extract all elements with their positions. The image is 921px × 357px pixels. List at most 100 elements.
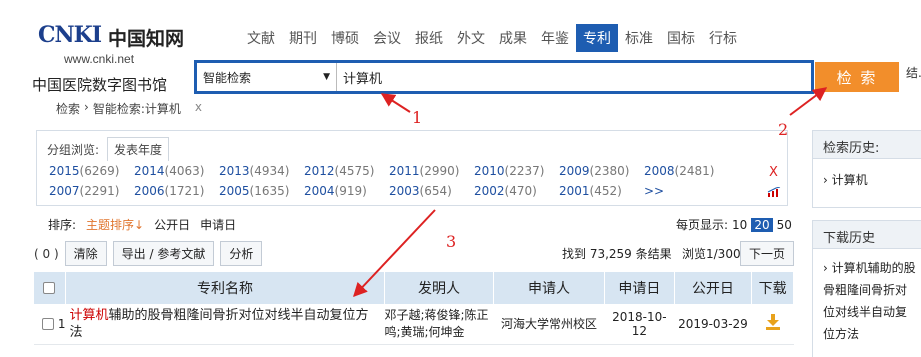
year-filter[interactable]: 2005(1635) — [219, 184, 304, 198]
search-type-select[interactable]: 智能检索 ▼ — [197, 63, 337, 91]
page: CNKI 中国知网 www.cnki.net 中国医院数字图书馆 文献 期刊 博… — [0, 0, 921, 357]
select-all-checkbox[interactable] — [43, 282, 56, 294]
result-count: 找到 73,259 条结果 — [562, 247, 672, 261]
tab-pub-year[interactable]: 发表年度 — [107, 137, 170, 161]
year-filter[interactable]: 2011(2990) — [389, 164, 474, 178]
logo-brand-cn: 中国知网 — [108, 28, 185, 50]
close-group-icon[interactable]: X — [769, 165, 778, 180]
row-number: 1 — [57, 316, 66, 331]
clear-button[interactable]: 清除 — [64, 241, 107, 266]
annotation-arrow-1 — [380, 93, 411, 113]
year-filter[interactable]: 2013(4934) — [219, 164, 304, 178]
search-history-title: 检索历史: — [813, 131, 921, 159]
select-all-cell[interactable] — [34, 272, 66, 304]
analyze-button[interactable]: 分析 — [220, 241, 263, 266]
nav-item-baozhi[interactable]: 报纸 — [408, 24, 450, 52]
download-history-panel: 下载历史 › 计算机辅助的股骨粗隆间骨折对位对线半自动复位方法 — [812, 220, 921, 357]
more-years-link[interactable]: >> — [644, 184, 729, 198]
sort-label: 排序: — [48, 218, 77, 232]
download-icon[interactable] — [765, 314, 780, 331]
export-button[interactable]: 导出 / 参考文献 — [112, 241, 215, 266]
next-page-button[interactable]: 下一页 — [740, 241, 795, 266]
cnki-logo[interactable]: CNKI 中国知网 www.cnki.net — [30, 22, 190, 72]
search-input[interactable] — [337, 63, 811, 91]
col-inventor[interactable]: 发明人 — [384, 272, 495, 304]
search-history-panel: 检索历史: › 计算机 — [812, 130, 921, 208]
logo-url: www.cnki.net — [64, 52, 135, 66]
breadcrumb-separator: › — [84, 100, 89, 114]
history-item[interactable]: › 计算机 — [813, 159, 921, 188]
page-info: 浏览1/300 — [682, 247, 741, 261]
year-filter[interactable]: 2010(2237) — [474, 164, 559, 178]
selected-count: ( 0 ) — [34, 246, 59, 261]
download-history-title: 下载历史 — [813, 221, 921, 249]
dropdown-caret-icon: ▼ — [323, 72, 330, 82]
applicant-cell[interactable]: 河海大学常州校区 — [493, 304, 605, 345]
pub-date-cell: 2019-03-29 — [674, 304, 752, 345]
logo-brand: CNKI — [38, 22, 102, 48]
per-page-20[interactable]: 20 — [751, 217, 773, 232]
search-button[interactable]: 检 索 — [815, 62, 899, 92]
table-row: 1 计算机辅助的股骨粗隆间骨折对位对线半自动复位方法 邓子越;蒋俊锋;陈正鸣;黄… — [34, 304, 794, 345]
nav-item-boshuo[interactable]: 博硕 — [324, 24, 366, 52]
per-page-selector: 每页显示: 10 20 50 — [676, 216, 792, 233]
nav-item-biaozhun[interactable]: 标准 — [618, 24, 660, 52]
sort-bar: 排序: 主题排序↓ 公开日 申请日 — [48, 216, 236, 233]
col-applicant[interactable]: 申请人 — [493, 272, 606, 304]
breadcrumb-current: 智能检索:计算机 — [92, 102, 181, 116]
year-row-1: 2015(6269) 2014(4063) 2013(4934) 2012(45… — [49, 164, 729, 178]
row-select-cell: 1 — [34, 304, 66, 345]
year-filter[interactable]: 2015(6269) — [49, 164, 134, 178]
year-filter[interactable]: 2014(4063) — [134, 164, 219, 178]
nav-item-guobiao[interactable]: 国标 — [660, 24, 702, 52]
nav-item-qikan[interactable]: 期刊 — [282, 24, 324, 52]
nav-item-huiyi[interactable]: 会议 — [366, 24, 408, 52]
group-tabs: 分组浏览: 发表年度 — [47, 137, 170, 161]
col-download: 下载 — [751, 272, 794, 304]
per-page-50[interactable]: 50 — [777, 218, 792, 232]
nav-item-nianjian[interactable]: 年鉴 — [534, 24, 576, 52]
col-title[interactable]: 专利名称 — [65, 272, 385, 304]
group-label: 分组浏览: — [47, 142, 100, 157]
breadcrumb-home[interactable]: 检索 — [56, 100, 80, 117]
download-cell — [751, 304, 794, 345]
year-filter[interactable]: 2006(1721) — [134, 184, 219, 198]
resource-nav: 文献 期刊 博硕 会议 报纸 外文 成果 年鉴 专利 标准 国标 行标 — [240, 24, 744, 52]
nav-item-wenxian[interactable]: 文献 — [240, 24, 282, 52]
result-search-link[interactable]: 结... — [906, 64, 921, 81]
row-checkbox[interactable] — [42, 318, 54, 331]
result-toolbar: ( 0 ) 清除 导出 / 参考文献 分析 — [34, 241, 263, 266]
trend-chart-icon[interactable] — [767, 187, 781, 197]
nav-item-waiwen[interactable]: 外文 — [450, 24, 492, 52]
year-filter[interactable]: 2001(452) — [559, 184, 644, 198]
annotation-label-1: 1 — [412, 108, 423, 127]
inventor-cell[interactable]: 邓子越;蒋俊锋;陈正鸣;黄瑞;何坤金 — [384, 304, 494, 345]
year-filter[interactable]: 2003(654) — [389, 184, 474, 198]
annotation-label-3: 3 — [446, 232, 457, 251]
sort-by-pub-date[interactable]: 公开日 — [154, 216, 190, 233]
annotation-label-2: 2 — [778, 120, 789, 139]
search-type-value: 智能检索 — [203, 70, 252, 85]
download-history-item[interactable]: › 计算机辅助的股骨粗隆间骨折对位对线半自动复位方法 — [813, 249, 921, 345]
year-filter[interactable]: 2007(2291) — [49, 184, 134, 198]
per-page-10[interactable]: 10 — [732, 218, 747, 232]
col-apply-date[interactable]: 申请日 — [604, 272, 675, 304]
sort-by-topic[interactable]: 主题排序↓ — [86, 216, 144, 233]
year-filter[interactable]: 2004(919) — [304, 184, 389, 198]
breadcrumb-close-icon[interactable]: x — [195, 100, 202, 117]
group-browse-panel: 分组浏览: 发表年度 2015(6269) 2014(4063) 2013(49… — [36, 130, 788, 206]
year-filter[interactable]: 2009(2380) — [559, 164, 644, 178]
sort-by-apply-date[interactable]: 申请日 — [200, 216, 236, 233]
search-box: 智能检索 ▼ — [194, 60, 814, 94]
year-filter[interactable]: 2012(4575) — [304, 164, 389, 178]
nav-item-hangbiao[interactable]: 行标 — [702, 24, 744, 52]
nav-item-zhuanli[interactable]: 专利 — [576, 24, 618, 52]
nav-item-chengguo[interactable]: 成果 — [492, 24, 534, 52]
patent-title-link[interactable]: 计算机辅助的股骨粗隆间骨折对位对线半自动复位方法 — [65, 304, 385, 345]
breadcrumb: 检索 › 智能检索:计算机 x — [56, 100, 202, 117]
year-filter[interactable]: 2002(470) — [474, 184, 559, 198]
year-row-2: 2007(2291) 2006(1721) 2005(1635) 2004(91… — [49, 184, 729, 198]
col-pub-date[interactable]: 公开日 — [674, 272, 753, 304]
year-filter[interactable]: 2008(2481) — [644, 164, 729, 178]
apply-date-cell: 2018-10-12 — [604, 304, 675, 345]
